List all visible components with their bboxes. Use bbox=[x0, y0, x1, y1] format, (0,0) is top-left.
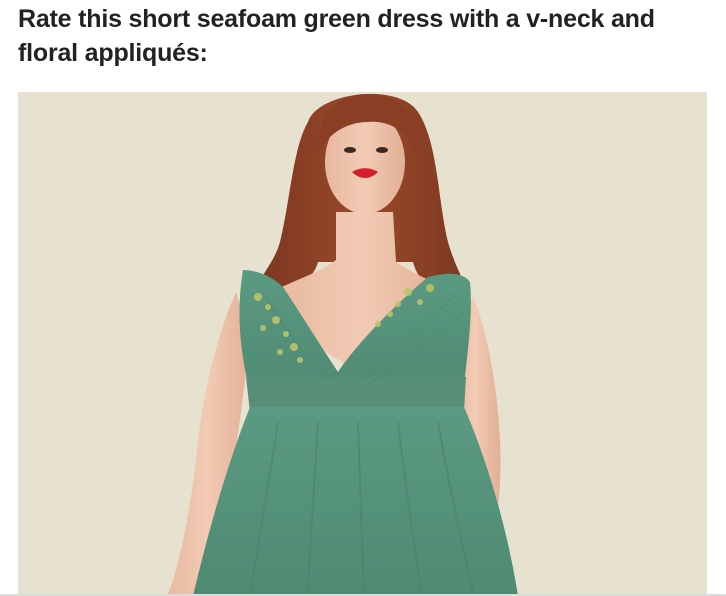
left-eye bbox=[344, 147, 356, 153]
dress-skirt bbox=[193, 407, 518, 596]
dress-waistband bbox=[246, 377, 466, 412]
right-eye bbox=[376, 147, 388, 153]
dress-illustration bbox=[18, 92, 707, 596]
question-title: Rate this short seafoam green dress with… bbox=[18, 5, 655, 67]
quiz-card: Rate this short seafoam green dress with… bbox=[0, 0, 726, 596]
dress-photo bbox=[18, 92, 707, 596]
